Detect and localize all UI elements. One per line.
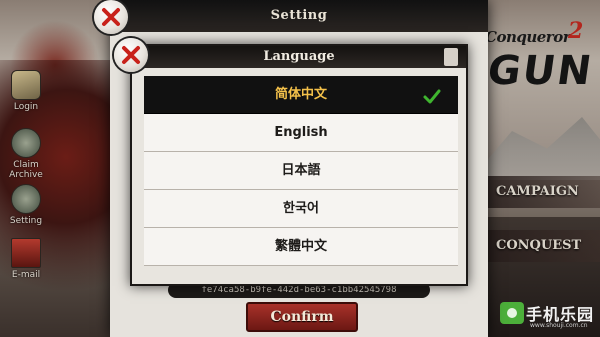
side-menu-label: Claim Archive bbox=[9, 160, 43, 180]
language-list: 简体中文 English 日本語 한국어 繁體中文 bbox=[144, 76, 458, 266]
site-watermark: 手机乐园 www.shouji.com.cn bbox=[500, 298, 600, 334]
setting-title: Setting bbox=[270, 8, 328, 23]
language-option-traditional-chinese[interactable]: 繁體中文 bbox=[144, 228, 458, 266]
language-label: 日本語 bbox=[281, 163, 321, 178]
setting-header: Setting bbox=[110, 0, 488, 32]
setting-icon bbox=[11, 184, 41, 214]
side-menu-label: Login bbox=[13, 102, 39, 112]
header-tab-handle bbox=[444, 48, 458, 66]
language-header: Language bbox=[132, 46, 466, 68]
side-menu-email[interactable]: E-mail bbox=[6, 238, 46, 280]
setting-close-button[interactable] bbox=[94, 0, 128, 34]
watermark-logo-icon bbox=[500, 302, 524, 324]
watermark-url: www.shouji.com.cn bbox=[530, 322, 588, 329]
side-menu-login[interactable]: Login bbox=[6, 70, 46, 112]
language-label: 繁體中文 bbox=[274, 239, 327, 254]
campaign-button[interactable]: CAMPAIGN bbox=[488, 176, 600, 208]
language-dialog: Language 简体中文 English 日本語 한국어 繁體中文 bbox=[130, 44, 468, 286]
mail-icon bbox=[11, 238, 41, 268]
logo-subtitle: GUN bbox=[484, 48, 597, 94]
conquest-button[interactable]: CONQUEST bbox=[488, 230, 600, 262]
side-menu-label: E-mail bbox=[11, 270, 41, 280]
login-icon bbox=[11, 70, 41, 100]
language-option-simplified-chinese[interactable]: 简体中文 bbox=[144, 76, 458, 114]
language-label: English bbox=[274, 125, 328, 140]
mountain-artwork bbox=[470, 117, 600, 180]
side-menu-label: Setting bbox=[9, 216, 43, 226]
language-label: 한국어 bbox=[283, 201, 319, 216]
language-option-korean[interactable]: 한국어 bbox=[144, 190, 458, 228]
language-option-japanese[interactable]: 日本語 bbox=[144, 152, 458, 190]
game-logo: Conqueror 2 GUN bbox=[480, 10, 600, 100]
logo-number: 2 bbox=[568, 18, 584, 44]
side-menu-claim-archive[interactable]: Claim Archive bbox=[6, 128, 46, 180]
language-option-english[interactable]: English bbox=[144, 114, 458, 152]
close-icon bbox=[122, 46, 140, 64]
logo-word: Conqueror bbox=[485, 28, 571, 46]
close-icon bbox=[102, 8, 120, 26]
side-menu-setting[interactable]: Setting bbox=[6, 184, 46, 226]
confirm-button[interactable]: Confirm bbox=[246, 302, 358, 332]
language-close-button[interactable] bbox=[114, 38, 148, 72]
archive-icon bbox=[11, 128, 41, 158]
checkmark-icon bbox=[422, 85, 442, 105]
language-label: 简体中文 bbox=[274, 87, 327, 102]
language-title: Language bbox=[263, 49, 335, 64]
